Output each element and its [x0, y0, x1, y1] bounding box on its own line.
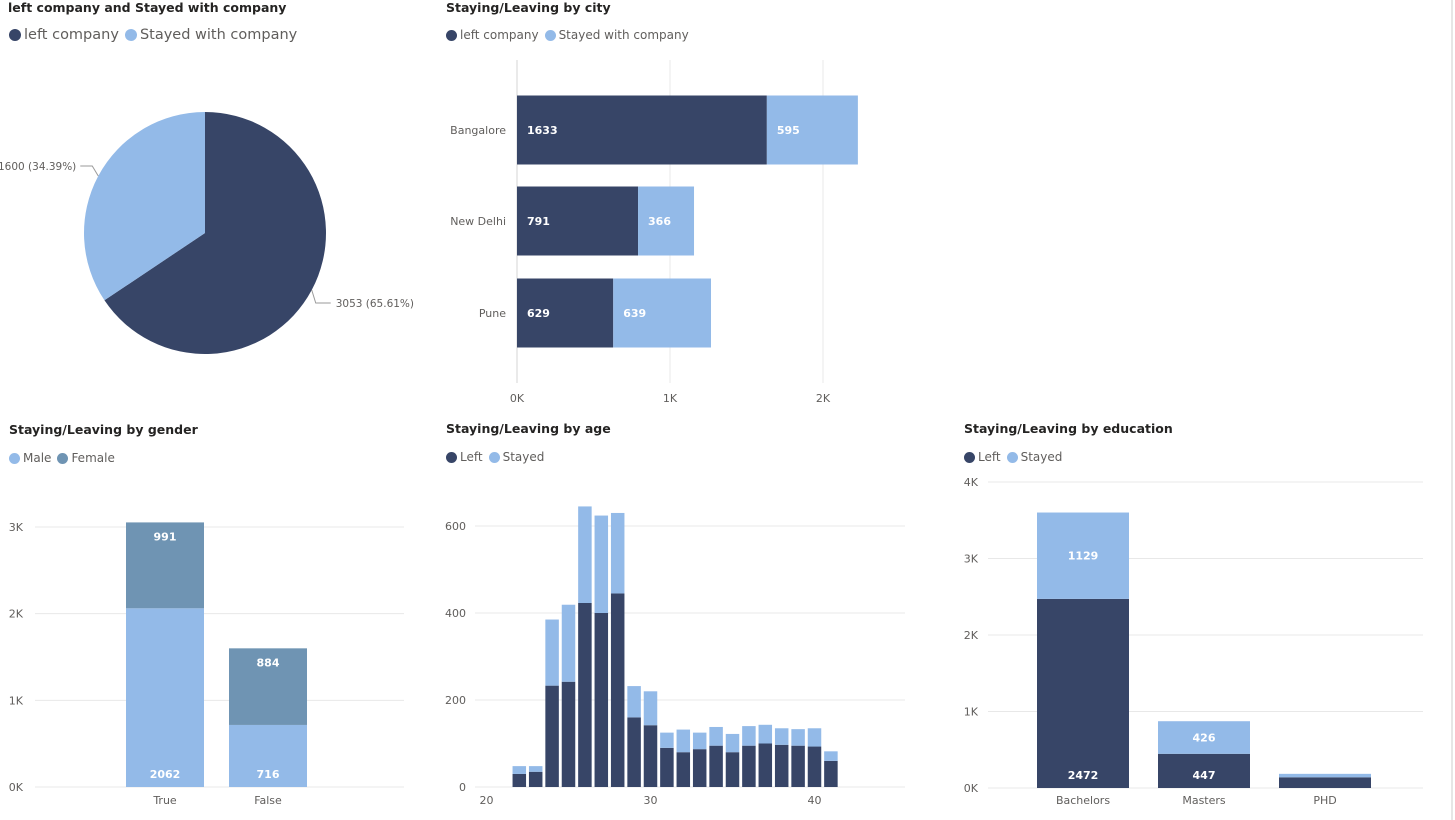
- bar-data-label: 1129: [1068, 550, 1099, 563]
- bar-segment: [1279, 773, 1371, 778]
- y-tick-label: 3K: [964, 553, 979, 566]
- y-tick-label: 1K: [964, 706, 979, 719]
- y-tick-label: 0K: [964, 782, 979, 795]
- x-category-label: Bachelors: [1056, 794, 1110, 807]
- x-category-label: PHD: [1313, 794, 1336, 807]
- bar-segment: [1037, 598, 1129, 788]
- x-category-label: Masters: [1182, 794, 1226, 807]
- bar-data-label: 447: [1193, 769, 1216, 782]
- education-chart-svg: 0K 1K 2K 3K 4K Bachelors 2472 1129 Masters 447 426…: [964, 476, 1423, 807]
- bar-segment: [1279, 777, 1371, 788]
- page-scrollbar-edge: [1451, 0, 1453, 820]
- y-tick-label: 2K: [964, 629, 979, 642]
- bar-data-label: 426: [1193, 732, 1216, 745]
- bar-data-label: 2472: [1068, 769, 1099, 782]
- y-tick-label: 4K: [964, 476, 979, 489]
